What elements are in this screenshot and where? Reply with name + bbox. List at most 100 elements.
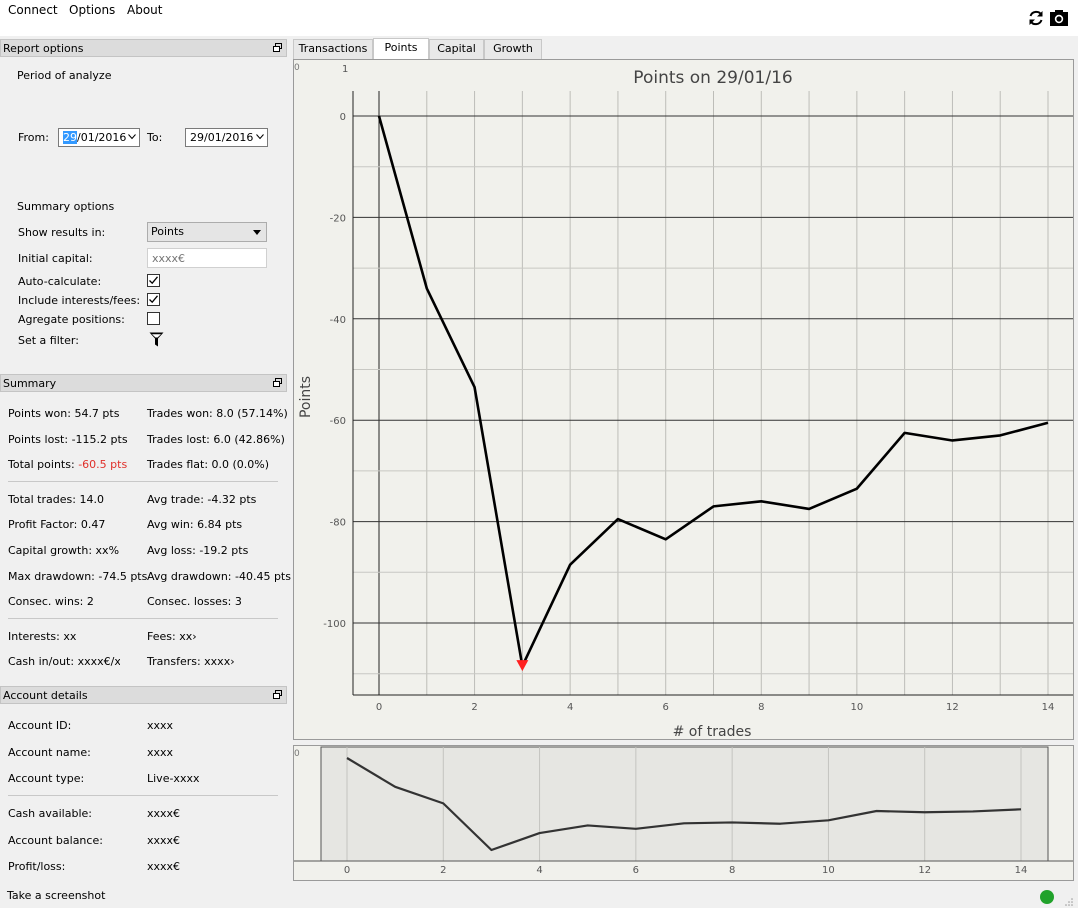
account-name-label: Account name: xyxy=(8,746,91,759)
separator xyxy=(8,618,278,619)
connection-status-icon xyxy=(1040,890,1054,904)
account-type-value: Live-xxxx xyxy=(147,772,200,785)
y-tick-label: -100 xyxy=(323,619,346,630)
dropdown-arrow-icon xyxy=(253,230,261,235)
auto-calc-checkbox[interactable] xyxy=(147,274,160,287)
to-date-value: 29/01/2016 xyxy=(190,131,254,144)
account-name-value: xxxx xyxy=(147,746,174,759)
menu-bar: Connect Options About xyxy=(0,0,1078,36)
points-won: Points won: 54.7 pts xyxy=(8,407,120,420)
x-tick-label: 6 xyxy=(663,702,669,713)
mini-x-tick-label: 8 xyxy=(729,865,735,876)
profit-loss-label: Profit/loss: xyxy=(8,860,66,873)
trades-won: Trades won: 8.0 (57.14%) xyxy=(147,407,288,420)
consec-wins: Consec. wins: 2 xyxy=(8,595,94,608)
overview-selection-window[interactable] xyxy=(320,746,1049,862)
profit-loss-value: xxxx€ xyxy=(147,860,181,873)
show-results-label: Show results in: xyxy=(18,226,106,239)
menu-about[interactable]: About xyxy=(127,3,162,17)
min-drawdown-marker xyxy=(516,660,529,672)
account-details-title: Account details xyxy=(3,689,88,702)
report-options-header: Report options xyxy=(0,39,287,57)
show-results-value: Points xyxy=(151,225,185,238)
mini-corner-label-0: 0 xyxy=(294,749,300,759)
avg-win: Avg win: 6.84 pts xyxy=(147,518,243,531)
avg-trade: Avg trade: -4.32 pts xyxy=(147,493,257,506)
tab-growth[interactable]: Growth xyxy=(484,39,542,59)
from-date-rest: /01/2016 xyxy=(77,131,127,144)
initial-capital-label: Initial capital: xyxy=(18,252,93,265)
size-grip-icon[interactable] xyxy=(1064,896,1074,906)
x-tick-label: 2 xyxy=(471,702,477,713)
points-lost: Points lost: -115.2 pts xyxy=(8,433,128,446)
period-label: Period of analyze xyxy=(17,69,112,82)
initial-capital-input[interactable] xyxy=(147,248,267,268)
x-tick-label: 0 xyxy=(376,702,382,713)
points-chart-svg: 0 1 Points on 29/01/16 # of trades Point… xyxy=(294,63,1073,740)
cash-inout: Cash in/out: xxxx€/xx› xyxy=(8,655,120,668)
x-axis-label: # of trades xyxy=(673,724,752,739)
separator xyxy=(8,795,278,796)
checkmark-icon xyxy=(149,276,159,285)
chevron-down-icon[interactable] xyxy=(256,134,264,140)
tab-capital[interactable]: Capital xyxy=(429,39,484,59)
mini-x-tick-label: 12 xyxy=(918,865,931,876)
aggregate-checkbox[interactable] xyxy=(147,312,160,325)
mini-x-tick-label: 2 xyxy=(440,865,446,876)
interests: Interests: xx› xyxy=(8,630,76,643)
float-window-icon[interactable] xyxy=(273,43,282,52)
total-points-value: -60.5 pts xyxy=(78,458,128,471)
refresh-icon[interactable] xyxy=(1026,8,1046,28)
y-axis-label: Points xyxy=(298,376,314,418)
show-results-select[interactable]: Points xyxy=(147,222,267,242)
x-tick-label: 8 xyxy=(758,702,764,713)
account-type-label: Account type: xyxy=(8,772,85,785)
total-trades: Total trades: 14.0 xyxy=(8,493,104,506)
to-date-field[interactable]: 29/01/2016 xyxy=(185,128,268,147)
menu-options[interactable]: Options xyxy=(69,3,115,17)
include-fees-label: Include interests/fees: xyxy=(18,294,141,307)
x-tick-label: 14 xyxy=(1042,702,1055,713)
to-label: To: xyxy=(147,131,163,144)
total-points: Total points: -60.5 pts xyxy=(8,458,127,471)
total-points-label: Total points: xyxy=(8,458,79,471)
consec-losses: Consec. losses: 3 xyxy=(147,595,242,608)
points-chart[interactable]: 0 1 Points on 29/01/16 # of trades Point… xyxy=(293,59,1074,740)
camera-icon[interactable] xyxy=(1049,8,1069,28)
y-tick-label: 0 xyxy=(340,112,346,123)
trades-lost: Trades lost: 6.0 (42.86%) xyxy=(147,433,285,446)
float-window-icon[interactable] xyxy=(273,378,282,387)
account-id-value: xxxx xyxy=(147,719,174,732)
y-tick-label: -40 xyxy=(330,315,346,326)
chart-title: Points on 29/01/16 xyxy=(633,68,792,88)
from-date-selected-part: 29 xyxy=(63,131,77,144)
include-fees-checkbox[interactable] xyxy=(147,293,160,306)
account-details-header: Account details xyxy=(0,686,287,704)
y-tick-label: -20 xyxy=(330,213,346,224)
y-tick-label: -60 xyxy=(330,416,346,427)
fees: Fees: xx› xyxy=(147,630,197,643)
float-window-icon[interactable] xyxy=(273,690,282,699)
account-balance-value: xxxx€ xyxy=(147,834,181,847)
capital-growth: Capital growth: xx% xyxy=(8,544,120,557)
menu-connect[interactable]: Connect xyxy=(8,3,58,17)
tab-transactions[interactable]: Transactions xyxy=(293,39,373,59)
avg-drawdown: Avg drawdown: -40.45 pts xyxy=(147,570,291,583)
chevron-down-icon[interactable] xyxy=(128,134,136,140)
avg-loss: Avg loss: -19.2 pts xyxy=(147,544,249,557)
auto-calc-label: Auto-calculate: xyxy=(18,275,102,288)
separator xyxy=(8,481,278,482)
x-tick-label: 12 xyxy=(946,702,959,713)
y-tick-label: -80 xyxy=(330,518,346,529)
tab-points[interactable]: Points xyxy=(373,38,429,60)
mini-x-tick-label: 4 xyxy=(536,865,542,876)
filter-icon[interactable] xyxy=(149,332,164,348)
mini-x-tick-label: 10 xyxy=(822,865,835,876)
status-text: Take a screenshot xyxy=(7,889,106,902)
corner-label-0: 0 xyxy=(294,63,300,73)
cash-available-label: Cash available: xyxy=(8,807,92,820)
from-date-field[interactable]: 29/01/2016 xyxy=(58,128,140,147)
transfers: Transfers: xxxx› xyxy=(147,655,235,668)
overview-chart[interactable]: 0 1 02468101214 xyxy=(293,745,1074,881)
profit-factor: Profit Factor: 0.47 xyxy=(8,518,106,531)
